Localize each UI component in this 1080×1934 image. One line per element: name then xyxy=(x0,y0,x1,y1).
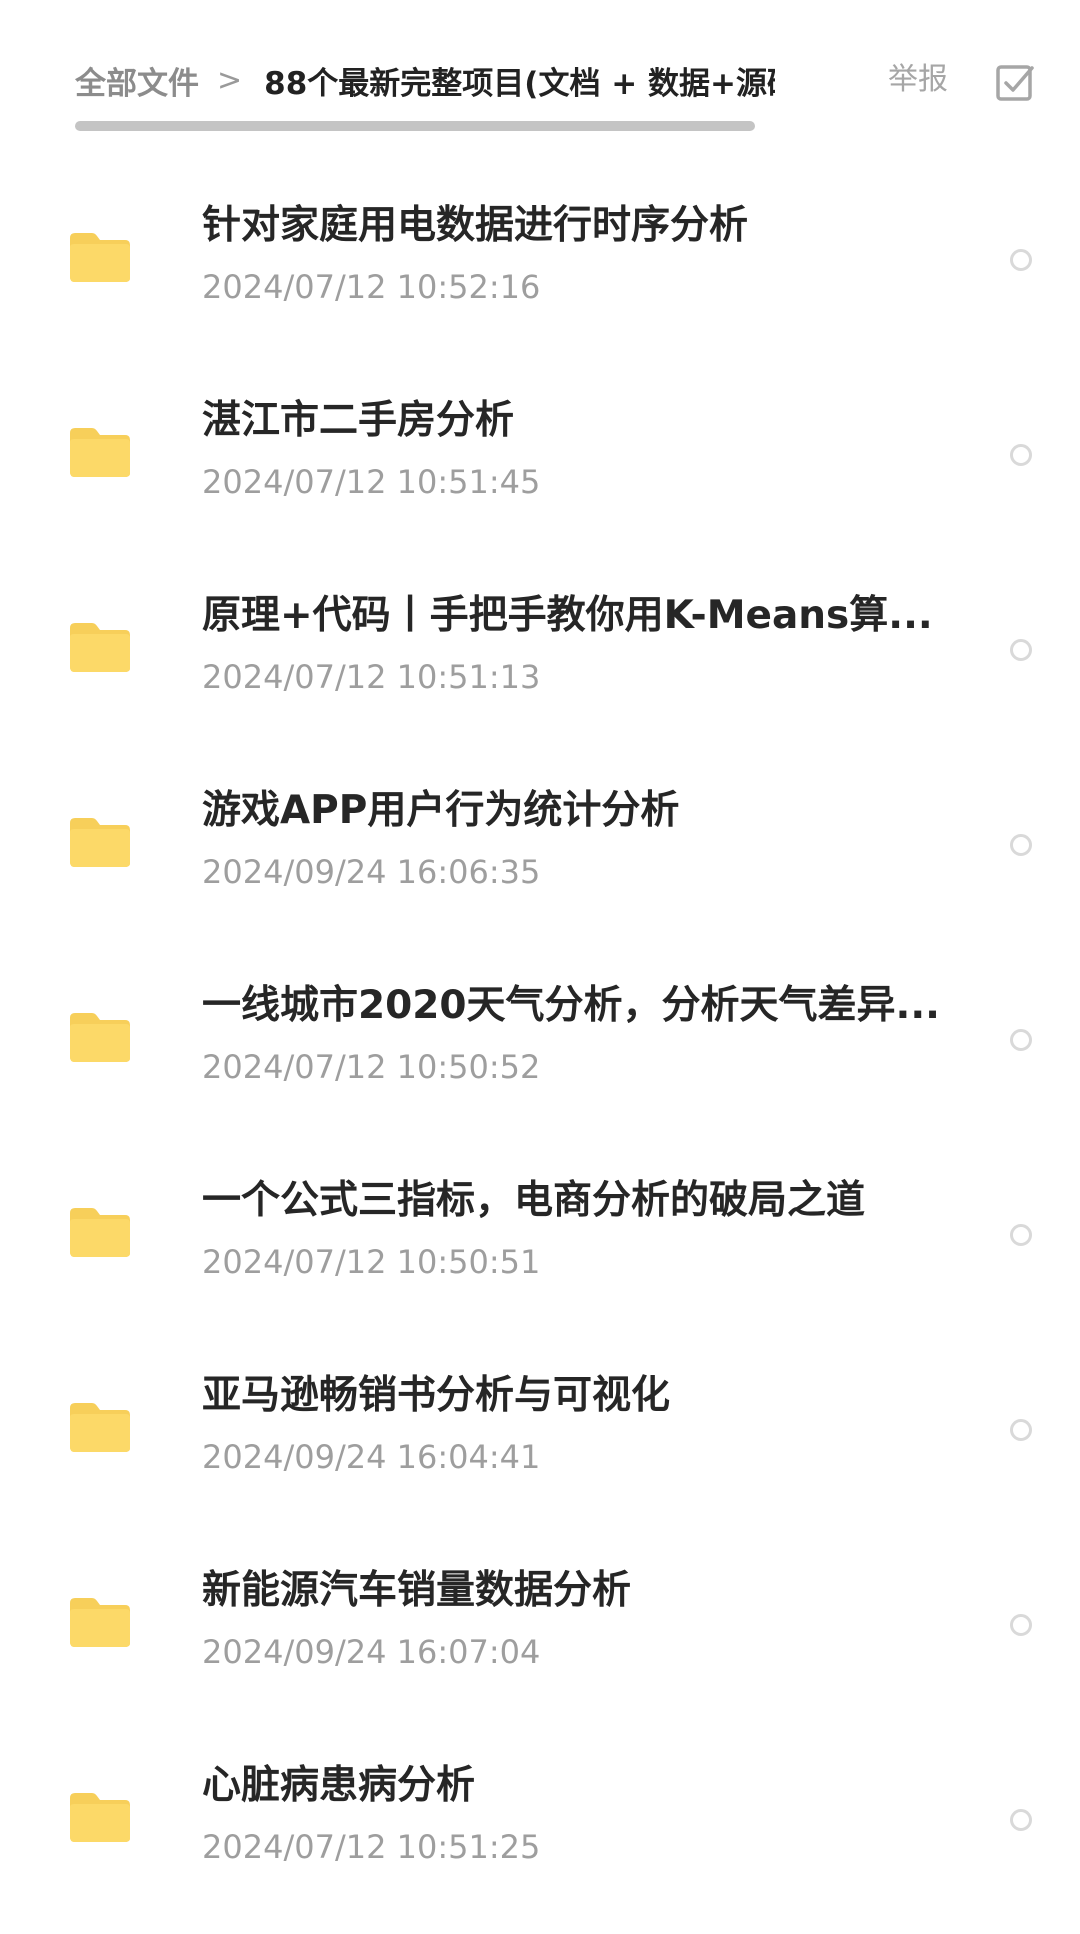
file-name: 原理+代码丨手把手教你用K-Means算... xyxy=(202,593,933,638)
select-radio[interactable] xyxy=(1010,1809,1032,1831)
breadcrumb: 全部文件 > 88个最新完整项目(文档 + 数据+源码 xyxy=(75,55,775,105)
file-modified-time: 2024/07/12 10:50:51 xyxy=(202,1243,541,1281)
file-row[interactable]: 原理+代码丨手把手教你用K-Means算... 2024/07/12 10:51:… xyxy=(0,552,1080,747)
folder-icon xyxy=(70,1598,130,1647)
file-name: 针对家庭用电数据进行时序分析 xyxy=(202,203,749,248)
select-radio[interactable] xyxy=(1010,1224,1032,1246)
folder-icon xyxy=(70,623,130,672)
file-modified-time: 2024/09/24 16:06:35 xyxy=(202,853,541,891)
select-radio[interactable] xyxy=(1010,1419,1032,1441)
file-name: 一个公式三指标，电商分析的破局之道 xyxy=(202,1178,866,1223)
file-row[interactable]: 一个公式三指标，电商分析的破局之道 2024/07/12 10:50:51 xyxy=(0,1137,1080,1332)
file-modified-time: 2024/09/24 16:04:41 xyxy=(202,1438,541,1476)
select-radio[interactable] xyxy=(1010,1614,1032,1636)
folder-icon xyxy=(70,428,130,477)
select-radio[interactable] xyxy=(1010,834,1032,856)
file-modified-time: 2024/07/12 10:51:25 xyxy=(202,1828,541,1866)
checkbox-icon[interactable] xyxy=(995,62,1035,102)
select-radio[interactable] xyxy=(1010,444,1032,466)
file-modified-time: 2024/07/12 10:50:52 xyxy=(202,1048,541,1086)
file-row[interactable]: 一线城市2020天气分析，分析天气差异... 2024/07/12 10:50:5… xyxy=(0,942,1080,1137)
folder-icon xyxy=(70,818,130,867)
breadcrumb-root-link[interactable]: 全部文件 xyxy=(75,58,199,103)
file-modified-time: 2024/07/12 10:51:45 xyxy=(202,463,541,501)
file-name: 湛江市二手房分析 xyxy=(202,398,515,443)
report-button[interactable]: 举报 xyxy=(888,58,948,102)
folder-icon xyxy=(70,1013,130,1062)
file-list: 针对家庭用电数据进行时序分析 2024/07/12 10:52:16 湛江市二手房分… xyxy=(0,162,1080,1917)
select-radio[interactable] xyxy=(1010,249,1032,271)
folder-icon xyxy=(70,1208,130,1257)
file-row[interactable]: 新能源汽车销量数据分析 2024/09/24 16:07:04 xyxy=(0,1527,1080,1722)
select-radio[interactable] xyxy=(1010,1029,1032,1051)
folder-icon xyxy=(70,1793,130,1842)
select-radio[interactable] xyxy=(1010,639,1032,661)
file-modified-time: 2024/09/24 16:07:04 xyxy=(202,1633,541,1671)
file-modified-time: 2024/07/12 10:52:16 xyxy=(202,268,541,306)
file-row[interactable]: 针对家庭用电数据进行时序分析 2024/07/12 10:52:16 xyxy=(0,162,1080,357)
breadcrumb-separator: > xyxy=(217,62,243,98)
file-name: 一线城市2020天气分析，分析天气差异... xyxy=(202,983,940,1028)
file-name: 心脏病患病分析 xyxy=(202,1763,476,1808)
file-row[interactable]: 游戏APP用户行为统计分析 2024/09/24 16:06:35 xyxy=(0,747,1080,942)
top-bar: 全部文件 > 88个最新完整项目(文档 + 数据+源码 举报 xyxy=(0,0,1080,140)
file-name: 亚马逊畅销书分析与可视化 xyxy=(202,1373,671,1418)
file-row[interactable]: 亚马逊畅销书分析与可视化 2024/09/24 16:04:41 xyxy=(0,1332,1080,1527)
folder-icon xyxy=(70,233,130,282)
file-modified-time: 2024/07/12 10:51:13 xyxy=(202,658,541,696)
file-name: 新能源汽车销量数据分析 xyxy=(202,1568,632,1613)
file-name: 游戏APP用户行为统计分析 xyxy=(202,788,680,833)
file-row[interactable]: 湛江市二手房分析 2024/07/12 10:51:45 xyxy=(0,357,1080,552)
file-row[interactable]: 心脏病患病分析 2024/07/12 10:51:25 xyxy=(0,1722,1080,1917)
breadcrumb-current-folder: 88个最新完整项目(文档 + 数据+源码 xyxy=(264,65,775,102)
breadcrumb-scroll-indicator xyxy=(75,121,755,131)
folder-icon xyxy=(70,1403,130,1452)
